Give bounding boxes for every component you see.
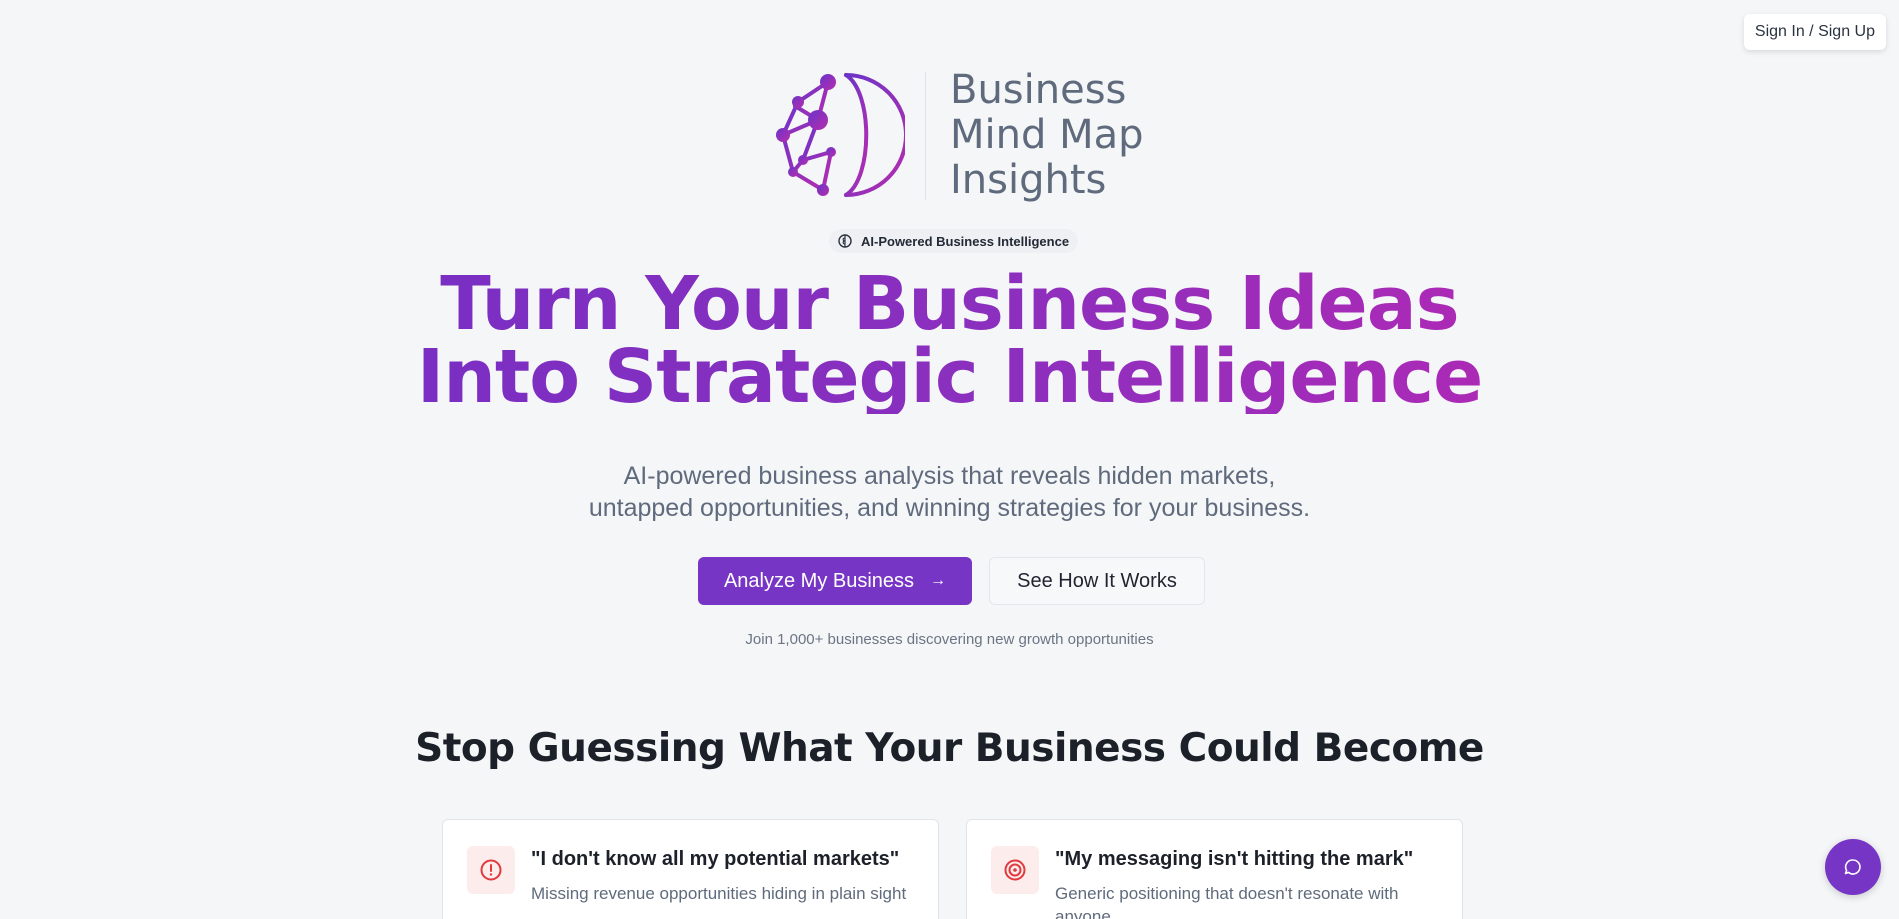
- analyze-business-button[interactable]: Analyze My Business →: [698, 557, 972, 605]
- problem-card-title: "My messaging isn't hitting the mark": [1055, 848, 1414, 870]
- logo[interactable]: Business Mind Map Insights: [773, 68, 1144, 203]
- subtext-line-1: AI-powered business analysis that reveal…: [623, 462, 1276, 490]
- brain-icon: [838, 234, 852, 248]
- analyze-button-label: Analyze My Business: [723, 569, 915, 592]
- logo-divider: [925, 71, 926, 200]
- chat-icon: [1844, 859, 1861, 875]
- see-how-button-label: See How It Works: [1017, 569, 1177, 592]
- brain-globe-icon: [776, 72, 905, 197]
- logo-line-1: Business: [950, 67, 1127, 113]
- problem-card-title: "I don't know all my potential markets": [531, 848, 900, 870]
- headline-line-1: Turn Your Business Ideas: [440, 261, 1459, 347]
- hero-subtext: AI-powered business analysis that reveal…: [0, 460, 1899, 524]
- problem-card-desc: Missing revenue opportunities hiding in …: [531, 884, 907, 903]
- social-proof-text: Join 1,000+ businesses discovering new g…: [745, 631, 1154, 648]
- ai-badge: AI-Powered Business Intelligence: [829, 229, 1079, 253]
- problem-card: "My messaging isn't hitting the mark" Ge…: [966, 819, 1463, 919]
- problems-section-title: Stop Guessing What Your Business Could B…: [415, 726, 1484, 771]
- hero-headline: Turn Your Business Ideas Into Strategic …: [0, 261, 1899, 420]
- chat-button[interactable]: [1825, 839, 1881, 895]
- problem-card-desc: Generic positioning that doesn't resonat…: [1055, 884, 1399, 919]
- cta-row: Analyze My Business → See How It Works: [698, 557, 1205, 605]
- logo-wordmark: Business Mind Map Insights: [950, 68, 1144, 203]
- sign-in-button[interactable]: Sign In / Sign Up: [1743, 14, 1886, 50]
- logo-line-3: Insights: [950, 157, 1107, 203]
- landing-page: Sign In / Sign Up Business Mind Map Insi…: [0, 0, 1899, 919]
- target-icon: [991, 846, 1039, 894]
- problem-card: "I don't know all my potential markets" …: [442, 819, 939, 919]
- arrow-right-icon: →: [930, 572, 947, 589]
- see-how-it-works-button[interactable]: See How It Works: [989, 557, 1205, 605]
- logo-line-2: Mind Map: [950, 112, 1144, 158]
- subtext-line-2: untapped opportunities, and winning stra…: [588, 494, 1311, 522]
- headline-line-2: Into Strategic Intelligence: [416, 334, 1484, 420]
- alert-circle-icon: [467, 846, 515, 894]
- badge-label: AI-Powered Business Intelligence: [861, 233, 1070, 249]
